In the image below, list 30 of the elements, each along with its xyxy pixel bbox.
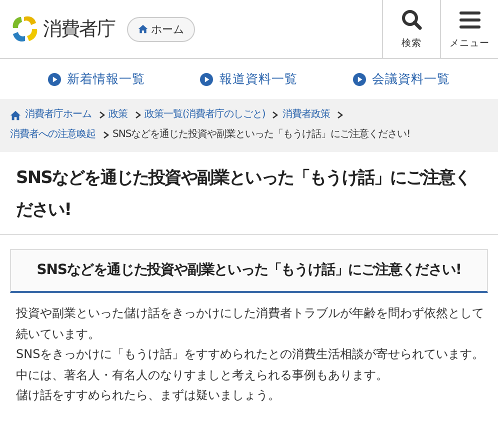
breadcrumb-link[interactable]: 消費者政策 (282, 105, 330, 125)
section-heading: SNSなどを通じた投資や副業といった「もうけ話」にご注意ください! (10, 249, 488, 293)
quick-link[interactable]: 会議資料一覧 (353, 70, 450, 88)
breadcrumb-link[interactable]: 消費者への注意喚起 (10, 125, 96, 145)
home-icon (138, 24, 148, 34)
home-icon (10, 110, 21, 120)
chevron-icon (134, 111, 140, 119)
quick-link[interactable]: 新着情報一覧 (48, 70, 145, 88)
breadcrumb-link[interactable]: 政策一覧(消費者庁のしごと) (144, 105, 266, 125)
body-paragraph: SNSをきっかけに「もうけ話」をすすめられたとの消費生活相談が寄せられています。 (16, 346, 486, 363)
search-icon (400, 8, 422, 30)
play-icon (200, 72, 214, 86)
logo-icon (10, 14, 40, 44)
play-icon (353, 72, 366, 86)
chevron-icon (336, 111, 343, 119)
breadcrumb-current: SNSなどを通じた投資や副業といった「もうけ話」にご注意ください! (112, 128, 410, 142)
play-icon (48, 72, 61, 86)
body-paragraph: 中には、著名人・有名人のなりすましと考えられる事例もあります。 (16, 366, 389, 384)
quick-link[interactable]: 報道資料一覧 (200, 70, 298, 88)
breadcrumb-link[interactable]: 政策 (108, 105, 128, 125)
chevron-icon (98, 111, 104, 119)
chevron-icon (272, 111, 278, 119)
body-paragraph: 投資や副業といった儲け話をきっかけにした消費者トラブルが年齢を問わず依然として続いています。 (16, 305, 485, 342)
breadcrumb-link[interactable]: 消費者庁ホーム (25, 105, 92, 125)
logo-text: 消費者庁 (43, 17, 115, 42)
menu-icon (458, 8, 480, 30)
chevron-icon (102, 131, 108, 139)
page-title: SNSなどを通じた投資や副業といった「もうけ話」にご注意ください! (0, 152, 498, 235)
home-button[interactable]: ホーム (127, 16, 195, 42)
body-paragraph: 儲け話をすすめられたら、まずは疑いましょう。 (16, 387, 281, 404)
